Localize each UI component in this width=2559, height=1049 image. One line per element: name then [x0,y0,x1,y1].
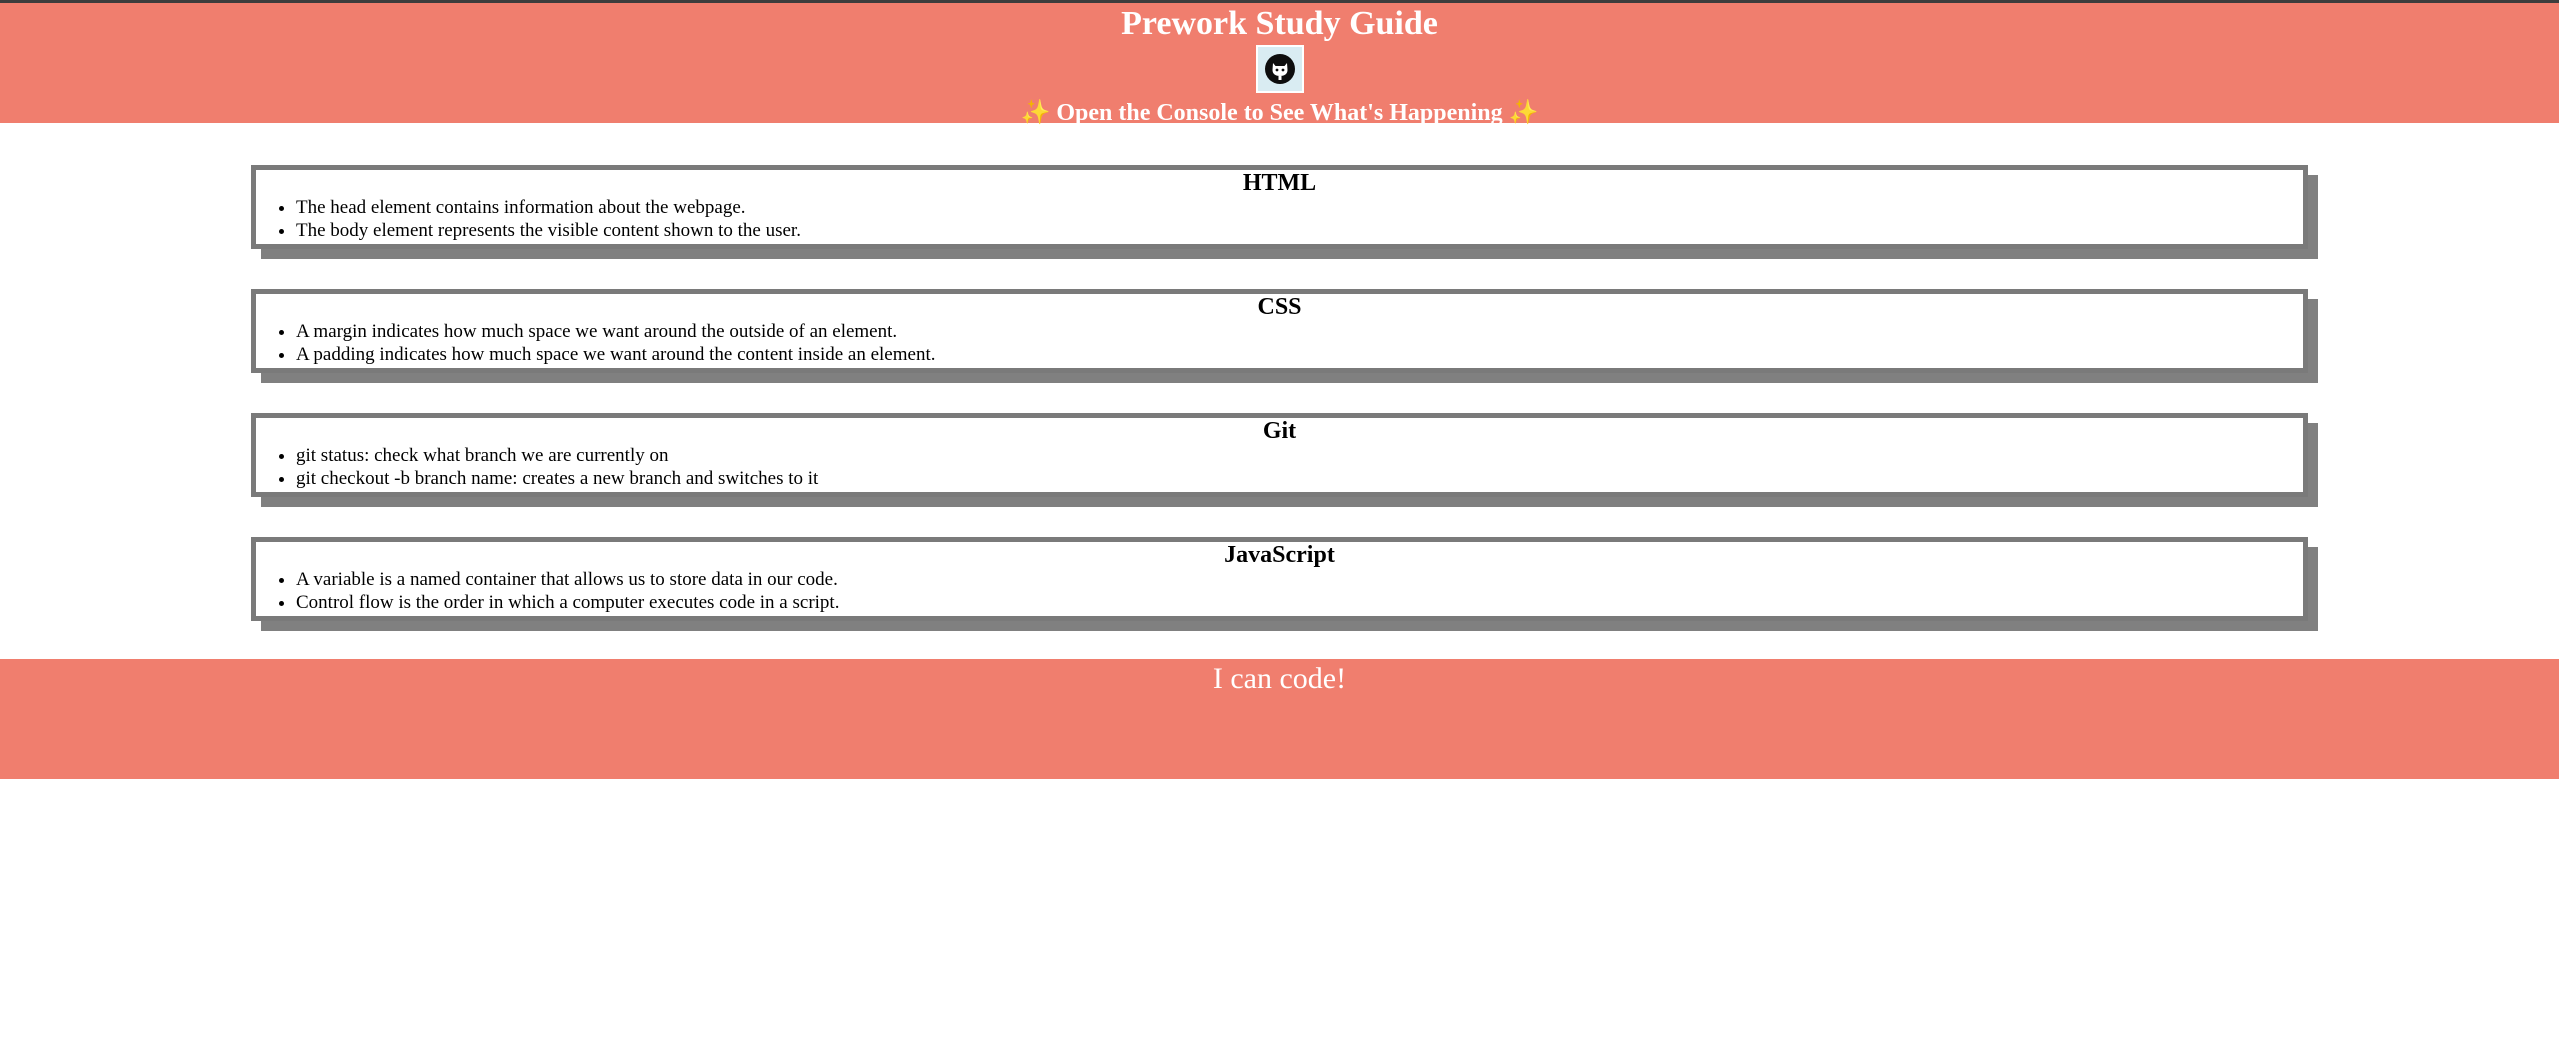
card-heading: CSS [1257,294,1302,320]
main-content: HTML The head element contains informati… [0,123,2559,653]
card-list: The head element contains information ab… [256,196,2303,242]
list-item: The head element contains information ab… [296,196,2303,219]
card-heading: JavaScript [1224,542,1335,568]
card-list: git status: check what branch we are cur… [256,444,2303,490]
card-list: A variable is a named container that all… [256,568,2303,614]
list-item: Control flow is the order in which a com… [296,591,2303,614]
logo-image [1255,45,1304,93]
page-title: Prework Study Guide [1121,5,1438,42]
card-list: A margin indicates how much space we wan… [256,320,2303,366]
card-git: Git git status: check what branch we are… [251,413,2308,497]
list-item: A padding indicates how much space we wa… [296,343,2303,366]
card-css: CSS A margin indicates how much space we… [251,289,2308,373]
page-header: Prework Study Guide ✨ Open the Console t… [0,3,2559,126]
list-item: A variable is a named container that all… [296,568,2303,591]
list-item: git status: check what branch we are cur… [296,444,2303,467]
github-octocat-icon [1264,54,1295,84]
card-heading: HTML [1242,170,1317,196]
list-item: The body element represents the visible … [296,219,2303,242]
card-javascript: JavaScript A variable is a named contain… [251,537,2308,621]
footer-text: I can code! [1212,662,1347,695]
list-item: git checkout -b branch name: creates a n… [296,467,2303,490]
page-footer: I can code! [0,659,2559,779]
card-html: HTML The head element contains informati… [251,165,2308,249]
card-heading: Git [1262,418,1297,444]
list-item: A margin indicates how much space we wan… [296,320,2303,343]
